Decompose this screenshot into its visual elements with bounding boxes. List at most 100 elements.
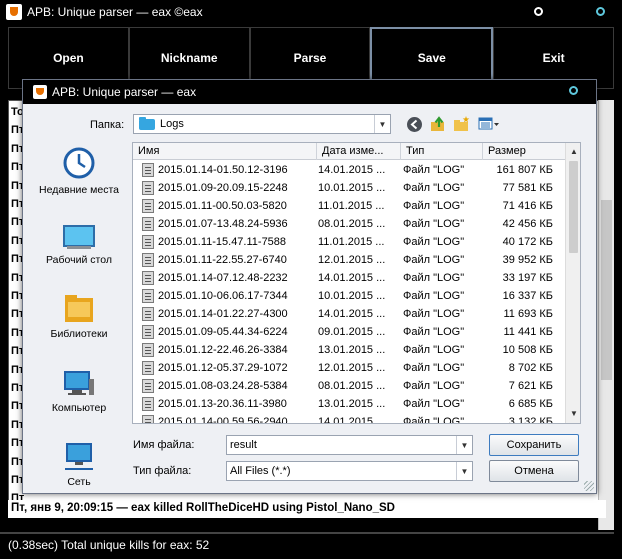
file-name-cell: 2015.01.14-01.50.12-3196 <box>133 163 313 177</box>
file-name: 2015.01.10-06.06.17-7344 <box>158 290 288 302</box>
folder-value: Logs <box>160 118 184 130</box>
file-list[interactable]: Имя Дата изме... Тип Размер 2015.01.14-0… <box>132 142 581 424</box>
file-type: Файл "LOG" <box>403 380 465 392</box>
folder-select[interactable]: Logs ▼ <box>133 114 391 134</box>
file-size: 8 702 КБ <box>508 362 553 374</box>
dialog-close-icon[interactable] <box>569 86 578 95</box>
file-date: 08.01.2015 ... <box>318 218 386 230</box>
dialog-save-button[interactable]: Сохранить <box>489 434 579 456</box>
close-icon[interactable] <box>596 7 605 16</box>
save-dialog: APB: Unique parser — eax Папка: Logs ▼ Н… <box>22 79 597 494</box>
file-name-cell: 2015.01.13-20.36.11-3980 <box>133 397 313 411</box>
file-name-cell: 2015.01.10-06.06.17-7344 <box>133 289 313 303</box>
file-list-scroll-thumb[interactable] <box>569 161 578 253</box>
file-date: 14.01.2015 ... <box>318 308 386 320</box>
file-name-cell: 2015.01.09-20.09.15-2248 <box>133 181 313 195</box>
chevron-down-icon[interactable]: ▼ <box>374 115 390 133</box>
place-recent[interactable]: Недавние места <box>34 146 124 196</box>
place-label: Библиотеки <box>50 328 108 340</box>
file-date: 11.01.2015 ... <box>318 236 385 248</box>
file-date: 13.01.2015 ... <box>318 344 386 356</box>
file-row[interactable]: 2015.01.14-01.22.27-4300 14.01.2015 ... Фа… <box>133 305 565 323</box>
file-size: 71 416 КБ <box>502 200 553 212</box>
column-date[interactable]: Дата изме... <box>317 143 401 160</box>
file-name: 2015.01.12-05.37.29-1072 <box>158 362 288 374</box>
view-menu-button[interactable] <box>477 115 501 133</box>
place-label: Недавние места <box>39 184 119 196</box>
file-name-cell: 2015.01.11-22.55.27-6740 <box>133 253 313 267</box>
place-computer[interactable]: Компьютер <box>34 370 124 414</box>
place-desktop[interactable]: Рабочий стол <box>34 224 124 266</box>
new-folder-button[interactable] <box>452 115 471 133</box>
file-row[interactable]: 2015.01.09-20.09.15-2248 10.01.2015 ... Фа… <box>133 179 565 197</box>
place-libraries[interactable]: Библиотеки <box>34 292 124 340</box>
java-logo-icon <box>6 4 22 20</box>
file-row[interactable]: 2015.01.12-05.37.29-1072 12.01.2015 ... Фа… <box>133 359 565 377</box>
file-type: Файл "LOG" <box>403 200 465 212</box>
dialog-cancel-button[interactable]: Отмена <box>489 460 579 482</box>
file-size: 3 132 КБ <box>508 416 553 424</box>
file-date: 10.01.2015 ... <box>318 290 386 302</box>
file-name: 2015.01.07-13.48.24-5936 <box>158 218 288 230</box>
file-name: 2015.01.14-07.12.48-2232 <box>158 272 288 284</box>
file-name-cell: 2015.01.14-07.12.48-2232 <box>133 271 313 285</box>
place-label: Компьютер <box>51 402 107 414</box>
chevron-down-icon[interactable]: ▼ <box>456 436 472 454</box>
file-row[interactable]: 2015.01.11-00.50.03-5820 11.01.2015 ... Фа… <box>133 197 565 215</box>
file-type: Файл "LOG" <box>403 398 465 410</box>
filetype-value: All Files (*.*) <box>230 465 291 477</box>
file-size: 161 807 КБ <box>496 164 553 176</box>
filename-value: result <box>230 439 257 451</box>
filetype-select[interactable]: All Files (*.*) ▼ <box>226 461 473 481</box>
file-type: Файл "LOG" <box>403 236 465 248</box>
file-row[interactable]: 2015.01.12-22.46.26-3384 13.01.2015 ... Фа… <box>133 341 565 359</box>
back-button[interactable] <box>405 115 424 133</box>
log-last-line: Пт, янв 9, 20:09:15 — eax killed RollThe… <box>8 500 606 518</box>
file-row[interactable]: 2015.01.08-03.24.28-5384 08.01.2015 ... Фа… <box>133 377 565 395</box>
log-file-icon <box>142 271 154 285</box>
file-name: 2015.01.13-20.36.11-3980 <box>158 398 287 410</box>
file-date: 08.01.2015 ... <box>318 380 386 392</box>
filetype-label: Тип файла: <box>133 465 192 477</box>
folder-label: Папка: <box>90 119 125 131</box>
log-file-icon <box>142 217 154 231</box>
minimize-icon[interactable] <box>534 7 543 16</box>
filename-input[interactable]: result ▼ <box>226 435 473 455</box>
log-scroll-thumb[interactable] <box>601 200 612 380</box>
log-file-icon <box>142 307 154 321</box>
resize-grip[interactable] <box>584 481 594 491</box>
file-row[interactable]: 2015.01.11-22.55.27-6740 12.01.2015 ... Фа… <box>133 251 565 269</box>
scroll-up-icon[interactable]: ▲ <box>566 145 580 159</box>
scroll-down-icon[interactable]: ▼ <box>566 407 580 421</box>
file-row[interactable]: 2015.01.11-15.47.11-7588 11.01.2015 ... Фа… <box>133 233 565 251</box>
file-row[interactable]: 2015.01.09-05.44.34-6224 09.01.2015 ... Фа… <box>133 323 565 341</box>
file-date: 14.01.2015 ... <box>318 272 386 284</box>
log-file-icon <box>142 163 154 177</box>
log-file-icon <box>142 181 154 195</box>
column-name[interactable]: Имя <box>133 143 317 160</box>
file-row[interactable]: 2015.01.14-00.59.56-2940 14.01.2015 ... Фа… <box>133 413 565 424</box>
file-name: 2015.01.14-01.22.27-4300 <box>158 308 288 320</box>
column-type[interactable]: Тип <box>401 143 483 160</box>
file-row[interactable]: 2015.01.14-01.50.12-3196 14.01.2015 ... Фа… <box>133 161 565 179</box>
log-scrollbar[interactable] <box>598 100 614 530</box>
up-folder-button[interactable] <box>428 115 447 133</box>
file-list-scrollbar[interactable]: ▲ ▼ <box>565 143 580 423</box>
column-size[interactable]: Размер <box>483 143 565 160</box>
file-row[interactable]: 2015.01.10-06.06.17-7344 10.01.2015 ... Фа… <box>133 287 565 305</box>
file-name-cell: 2015.01.09-05.44.34-6224 <box>133 325 313 339</box>
dialog-title: APB: Unique parser — eax <box>52 85 197 99</box>
chevron-down-icon[interactable]: ▼ <box>456 462 472 480</box>
file-type: Файл "LOG" <box>403 362 465 374</box>
file-row[interactable]: 2015.01.14-07.12.48-2232 14.01.2015 ... Фа… <box>133 269 565 287</box>
file-name-cell: 2015.01.12-22.46.26-3384 <box>133 343 313 357</box>
file-name-cell: 2015.01.14-00.59.56-2940 <box>133 415 313 423</box>
filename-label: Имя файла: <box>133 439 195 451</box>
place-network[interactable]: Сеть <box>34 442 124 488</box>
up-folder-icon <box>430 116 444 131</box>
log-file-icon <box>142 397 154 411</box>
file-row[interactable]: 2015.01.07-13.48.24-5936 08.01.2015 ... Фа… <box>133 215 565 233</box>
dialog-titlebar: APB: Unique parser — eax <box>23 80 596 104</box>
file-row[interactable]: 2015.01.13-20.36.11-3980 13.01.2015 ... Фа… <box>133 395 565 413</box>
place-label: Рабочий стол <box>46 254 112 266</box>
